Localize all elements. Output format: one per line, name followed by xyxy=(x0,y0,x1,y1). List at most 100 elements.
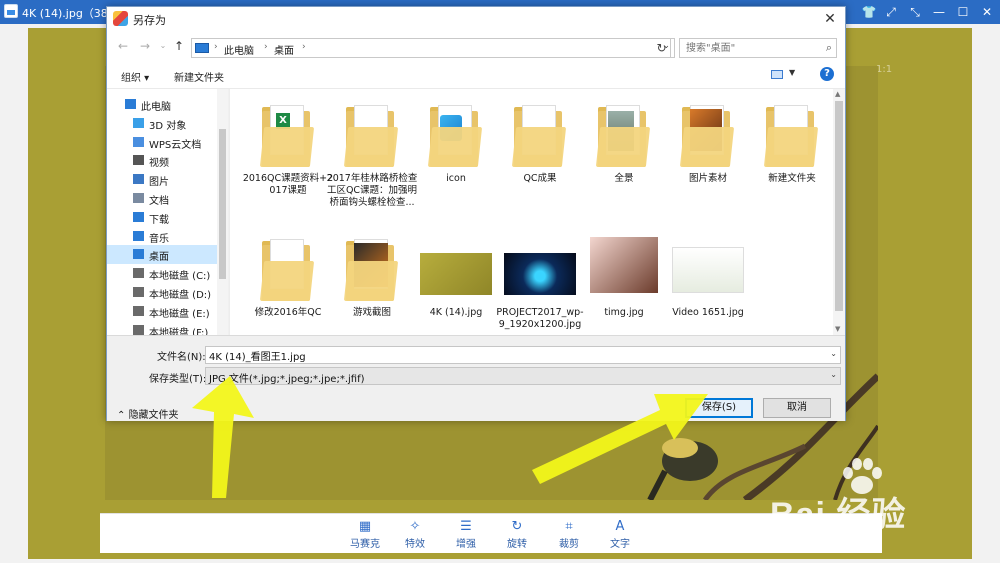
folder-icon xyxy=(259,239,316,301)
drive-e-icon xyxy=(133,305,144,316)
skin-icon[interactable]: 👕 xyxy=(858,2,880,22)
scroll-up-icon[interactable]: ▲ xyxy=(835,90,840,98)
recent-dropdown-icon[interactable]: ⌄ xyxy=(155,38,171,54)
breadcrumb-desktop[interactable]: 桌面 xyxy=(274,42,294,57)
refresh-icon[interactable]: ↻ xyxy=(653,38,671,58)
folder-item[interactable]: 新建文件夹 xyxy=(752,97,832,217)
pictures-icon xyxy=(133,174,144,185)
folder-item[interactable]: 全景 xyxy=(584,97,664,217)
folder-item[interactable]: QC成果 xyxy=(500,97,580,217)
filetype-value: JPG 文件(*.jpg;*.jpeg;*.jpe;*.jfif) xyxy=(209,374,365,385)
folder-icon xyxy=(427,105,484,167)
folder-item[interactable]: icon xyxy=(416,97,496,217)
chevron-down-icon[interactable]: ⌄ xyxy=(830,349,837,358)
back-arrow-icon[interactable]: ← xyxy=(115,38,131,54)
forward-arrow-icon[interactable]: → xyxy=(137,38,153,54)
file-name: icon xyxy=(446,173,466,184)
image-thumbnail xyxy=(504,253,576,295)
nav-item[interactable]: 文档 xyxy=(107,189,217,208)
image-file-item[interactable]: timg.jpg xyxy=(584,231,664,335)
text-tool[interactable]: A 文字 xyxy=(600,518,640,550)
drive-f-icon xyxy=(133,324,144,335)
nav-item[interactable]: 本地磁盘 (E:) xyxy=(107,302,217,321)
help-icon[interactable]: ? xyxy=(820,67,834,81)
nav-item[interactable]: 视频 xyxy=(107,151,217,170)
chevron-up-icon: ⌃ xyxy=(117,410,129,421)
filetype-label: 保存类型(T): xyxy=(149,374,207,385)
viewer-bottom-toolbar: ▦ 马赛克 ✧ 特效 ☰ 增强 ↻ 旋转 ⌗ 裁剪 A 文字 xyxy=(100,513,882,553)
save-button[interactable]: 保存(S) xyxy=(685,398,753,418)
up-arrow-icon[interactable]: ↑ xyxy=(171,38,187,54)
file-list-scrollbar[interactable]: ▲ ▼ xyxy=(833,89,845,335)
breadcrumb-this-pc[interactable]: 此电脑 xyxy=(224,42,254,57)
cancel-button[interactable]: 取消 xyxy=(763,398,831,418)
image-thumbnail xyxy=(420,253,492,295)
nav-item[interactable]: 本地磁盘 (F:) xyxy=(107,321,217,335)
nav-item-label: 本地磁盘 (D:) xyxy=(149,290,212,301)
image-file-item[interactable]: 4K (14).jpg xyxy=(416,231,496,335)
maximize-icon[interactable]: ⤢ xyxy=(880,2,902,22)
organize-menu[interactable]: 组织 ▾ xyxy=(121,69,149,84)
folder-icon: X xyxy=(259,105,316,167)
effects-tool[interactable]: ✧ 特效 xyxy=(395,518,435,550)
nav-scroll-thumb[interactable] xyxy=(219,129,226,279)
hide-folders-toggle[interactable]: ⌃ 隐藏文件夹 xyxy=(117,406,179,421)
nav-item[interactable]: 下载 xyxy=(107,208,217,227)
new-folder-button[interactable]: 新建文件夹 xyxy=(174,69,224,84)
enhance-tool[interactable]: ☰ 增强 xyxy=(446,518,486,550)
viewer-close-icon[interactable]: ✕ xyxy=(976,2,998,22)
filename-field[interactable]: ⌄ xyxy=(205,346,841,364)
nav-item-label: 此电脑 xyxy=(141,102,171,113)
chevron-down-icon[interactable]: ⌄ xyxy=(830,370,837,379)
rotate-tool[interactable]: ↻ 旋转 xyxy=(497,518,537,550)
folder-item[interactable]: 修改2016年QC xyxy=(248,231,328,335)
view-mode-icon[interactable] xyxy=(771,70,783,79)
dialog-app-icon xyxy=(113,11,128,26)
restore-icon[interactable]: ☐ xyxy=(952,2,974,22)
filetype-select[interactable]: JPG 文件(*.jpg;*.jpeg;*.jpe;*.jfif) ⌄ xyxy=(205,367,841,385)
save-as-dialog: 另存为 ✕ ← → ⌄ ↑ › 此电脑 › 桌面 › ⌄ ↻ ⌕ 组织 ▾ 新建… xyxy=(106,6,846,421)
close-icon[interactable]: ✕ xyxy=(817,8,843,30)
folder-item[interactable]: 游戏截图 xyxy=(332,231,412,335)
mosaic-tool[interactable]: ▦ 马赛克 xyxy=(345,518,385,550)
nav-item[interactable]: 3D 对象 xyxy=(107,114,217,133)
nav-item[interactable]: 桌面 xyxy=(107,245,217,265)
nav-item[interactable]: 图片 xyxy=(107,170,217,189)
nav-item[interactable]: 音乐 xyxy=(107,227,217,246)
folder-icon xyxy=(343,105,400,167)
nav-scrollbar[interactable] xyxy=(217,89,228,335)
command-bar: 组织 ▾ 新建文件夹 ▼ ? xyxy=(107,61,845,89)
image-file-item[interactable]: Video 1651.jpg xyxy=(668,231,748,335)
nav-item[interactable]: 本地磁盘 (D:) xyxy=(107,283,217,302)
nav-item-label: 下载 xyxy=(149,214,169,226)
file-name: 修改2016年QC xyxy=(254,307,322,318)
minimize-icon[interactable]: — xyxy=(928,2,950,22)
folder-item[interactable]: X 2016QC课题资料+2017课题 xyxy=(243,97,333,217)
filename-input[interactable] xyxy=(206,347,818,363)
file-name: QC成果 xyxy=(523,173,557,184)
nav-item-label: 图片 xyxy=(149,177,169,189)
file-name: 2017年桂林路桥检查工区QC课题：加强明桥面钩头螺栓检查... xyxy=(326,173,418,208)
image-file-item[interactable]: PROJECT2017_wp-9_1920x1200.jpg xyxy=(496,231,584,335)
nav-item[interactable]: WPS云文档 xyxy=(107,133,217,152)
nav-item-label: 桌面 xyxy=(149,252,169,264)
nav-item-label: 视频 xyxy=(149,158,169,170)
chevron-down-icon[interactable]: ▼ xyxy=(789,68,795,77)
chevron-right-icon: › xyxy=(264,42,268,52)
search-input[interactable] xyxy=(680,39,816,57)
nav-item[interactable]: 本地磁盘 (C:) xyxy=(107,264,217,283)
3d-objects-icon xyxy=(133,117,144,128)
folder-item[interactable]: 图片素材 xyxy=(668,97,748,217)
scroll-down-icon[interactable]: ▼ xyxy=(835,325,840,333)
address-bar[interactable]: › 此电脑 › 桌面 › ⌄ xyxy=(191,38,675,58)
nav-item-label: WPS云文档 xyxy=(149,139,202,151)
folder-item[interactable]: 2017年桂林路桥检查工区QC课题：加强明桥面钩头螺栓检查... xyxy=(327,97,417,217)
file-list-scroll-thumb[interactable] xyxy=(835,101,843,311)
nav-item[interactable]: 此电脑 xyxy=(107,95,217,114)
watermark-url: jingyan.baidu.com xyxy=(776,527,881,542)
text-icon: A xyxy=(615,519,625,534)
search-box[interactable]: ⌕ xyxy=(679,38,837,58)
drive-c-icon xyxy=(133,268,144,279)
fullscreen-icon[interactable]: ⤡ xyxy=(904,2,926,22)
crop-tool[interactable]: ⌗ 裁剪 xyxy=(549,518,589,550)
